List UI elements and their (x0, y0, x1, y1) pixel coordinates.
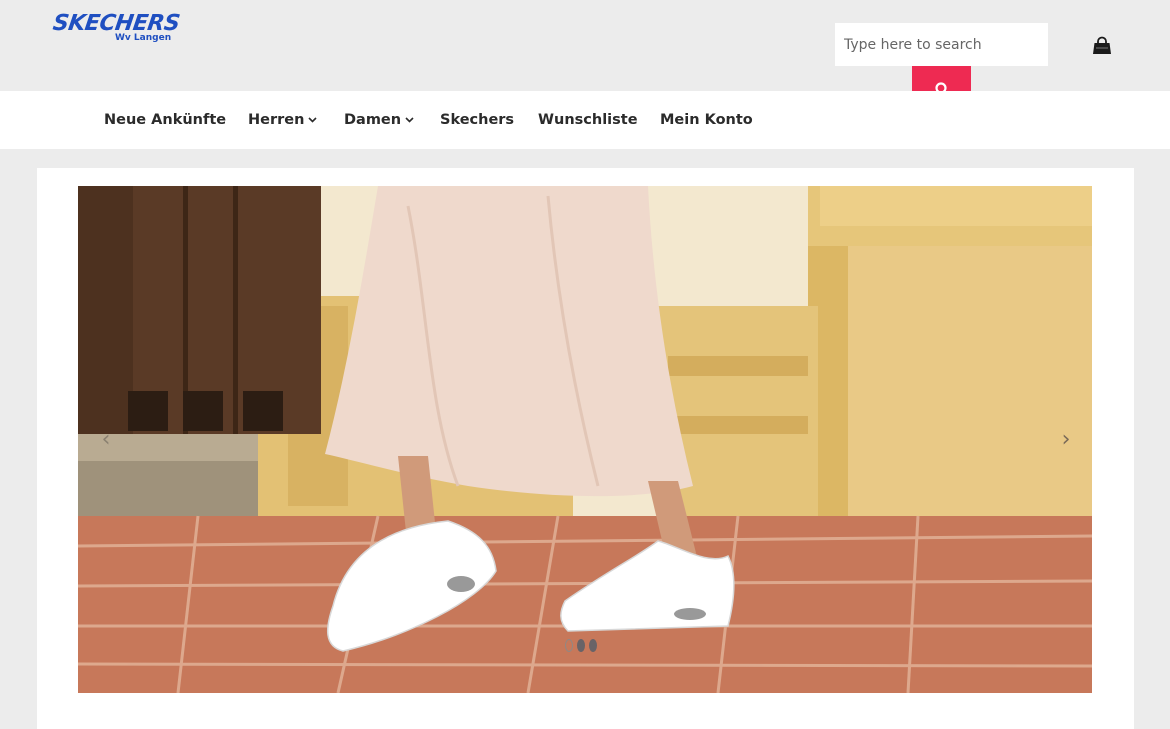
slider-next-arrow[interactable]: › (1056, 426, 1076, 454)
search-icon (935, 82, 947, 91)
site-header: SKECHERS Wv Langen (0, 0, 1170, 91)
chevron-down-icon (405, 117, 414, 123)
nav-item-neue-ankuenfte[interactable]: Neue Ankünfte (104, 91, 226, 149)
chevron-down-icon (308, 117, 318, 123)
nav-item-label: Wunschliste (538, 112, 638, 128)
hero-slider[interactable]: ‹ › (78, 186, 1092, 693)
nav-item-label: Skechers (440, 112, 515, 128)
nav-item-herren[interactable]: Herren (248, 91, 318, 149)
hero-slide-image (78, 186, 1092, 693)
brand-logo[interactable]: SKECHERS Wv Langen (51, 11, 233, 46)
nav-item-skechers[interactable]: Skechers (440, 91, 514, 149)
nav-item-label: Damen (344, 112, 402, 128)
nav-item-label: Mein Konto (660, 112, 753, 128)
nav-item-mein-konto[interactable]: Mein Konto (660, 91, 753, 149)
search-button[interactable] (912, 66, 971, 91)
search-box (835, 23, 1048, 66)
brand-logo-subtitle: Wv Langen (115, 33, 172, 43)
slider-dots (565, 637, 601, 652)
slider-dot-1[interactable] (565, 639, 573, 652)
shopping-bag-icon[interactable] (1092, 36, 1112, 56)
nav-item-wunschliste[interactable]: Wunschliste (538, 91, 638, 149)
slider-prev-arrow[interactable]: ‹ (96, 426, 116, 454)
main-navigation: Neue Ankünfte Herren Damen Skechers Wuns… (0, 91, 1170, 149)
search-input[interactable] (835, 23, 1048, 66)
slider-dot-2[interactable] (577, 639, 585, 652)
nav-item-damen[interactable]: Damen (344, 91, 414, 149)
main-content: ‹ › (37, 168, 1134, 729)
nav-item-label: Neue Ankünfte (104, 112, 227, 128)
nav-item-label: Herren (248, 112, 305, 128)
slider-dot-3[interactable] (589, 639, 597, 652)
